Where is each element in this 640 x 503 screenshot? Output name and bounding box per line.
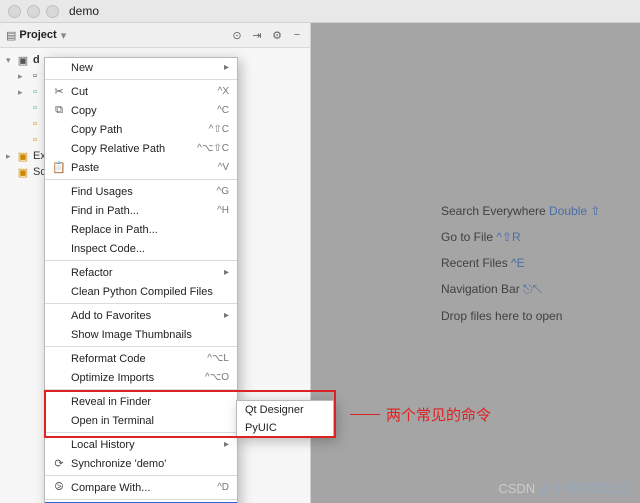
folder-icon: ▤ <box>6 29 16 42</box>
welcome-goto: Go to File ^⇧R <box>441 230 640 244</box>
menu-reveal[interactable]: Reveal in Finder <box>45 392 237 411</box>
menu-replace-in-path[interactable]: Replace in Path... <box>45 220 237 239</box>
paste-icon: 📋 <box>51 161 67 174</box>
file-icon: ▫ <box>28 85 42 99</box>
submenu-pyuic[interactable]: PyUIC <box>237 419 333 437</box>
submenu-qt-designer[interactable]: Qt Designer <box>237 401 333 419</box>
collapse-icon[interactable]: ⇥ <box>250 28 264 42</box>
file-icon: ▫ <box>28 133 42 147</box>
menu-terminal[interactable]: Open in Terminal <box>45 411 237 430</box>
min-dot[interactable] <box>27 5 40 18</box>
context-menu: New▸ ✂Cut^X ⧉Copy^C Copy Path^⇧C Copy Re… <box>44 57 238 503</box>
titlebar: demo <box>0 0 640 23</box>
menu-add-fav[interactable]: Add to Favorites▸ <box>45 306 237 325</box>
file-icon: ▫ <box>28 69 42 83</box>
welcome-panel: Search Everywhere Double ⇧ Go to File ^⇧… <box>311 23 640 503</box>
gear-icon[interactable]: ⚙ <box>270 28 284 42</box>
watermark: CSDN @小熊猫爱恰饭 <box>498 478 630 497</box>
menu-paste[interactable]: 📋Paste^V <box>45 158 237 177</box>
menu-clean[interactable]: Clean Python Compiled Files <box>45 282 237 301</box>
window-title: demo <box>69 4 99 18</box>
lib-icon: ▣ <box>16 149 30 163</box>
lib-icon: ▣ <box>16 165 30 179</box>
menu-new[interactable]: New▸ <box>45 58 237 77</box>
menu-copy[interactable]: ⧉Copy^C <box>45 101 237 120</box>
hide-icon[interactable]: − <box>290 28 304 42</box>
menu-thumbnails[interactable]: Show Image Thumbnails <box>45 325 237 344</box>
menu-sync[interactable]: ⟳Synchronize 'demo' <box>45 454 237 473</box>
folder-icon: ▣ <box>16 53 30 67</box>
welcome-drop: Drop files here to open <box>441 309 640 323</box>
menu-copy-path[interactable]: Copy Path^⇧C <box>45 120 237 139</box>
welcome-search: Search Everywhere Double ⇧ <box>441 204 640 218</box>
welcome-recent: Recent Files ^E <box>441 256 640 270</box>
sidebar-title: Project <box>19 29 56 41</box>
dropdown-icon[interactable]: ▾ <box>61 29 67 42</box>
copy-icon: ⧉ <box>51 104 67 117</box>
sidebar-header[interactable]: ▤ Project ▾ ⊙ ⇥ ⚙ − <box>0 23 310 48</box>
window-controls <box>8 5 59 18</box>
file-icon: ▫ <box>28 101 42 115</box>
max-dot[interactable] <box>46 5 59 18</box>
cut-icon: ✂ <box>51 85 67 98</box>
menu-find-in-path[interactable]: Find in Path...^H <box>45 201 237 220</box>
menu-local-history[interactable]: Local History▸ <box>45 435 237 454</box>
target-icon[interactable]: ⊙ <box>230 28 244 42</box>
sync-icon: ⟳ <box>51 457 67 470</box>
menu-inspect[interactable]: Inspect Code... <box>45 239 237 258</box>
welcome-navbar: Navigation Bar ⎋↖ <box>441 282 640 297</box>
external-tools-submenu: Qt Designer PyUIC <box>236 400 334 438</box>
close-dot[interactable] <box>8 5 21 18</box>
compare-icon: ⧁ <box>51 481 67 494</box>
menu-compare[interactable]: ⧁Compare With...^D <box>45 478 237 497</box>
menu-optimize[interactable]: Optimize Imports^⌥O <box>45 368 237 387</box>
menu-reformat[interactable]: Reformat Code^⌥L <box>45 349 237 368</box>
file-icon: ▫ <box>28 117 42 131</box>
menu-cut[interactable]: ✂Cut^X <box>45 82 237 101</box>
menu-find-usages[interactable]: Find Usages^G <box>45 182 237 201</box>
annotation-label: 两个常见的命令 <box>350 404 491 425</box>
menu-copy-rel[interactable]: Copy Relative Path^⌥⇧C <box>45 139 237 158</box>
menu-refactor[interactable]: Refactor▸ <box>45 263 237 282</box>
